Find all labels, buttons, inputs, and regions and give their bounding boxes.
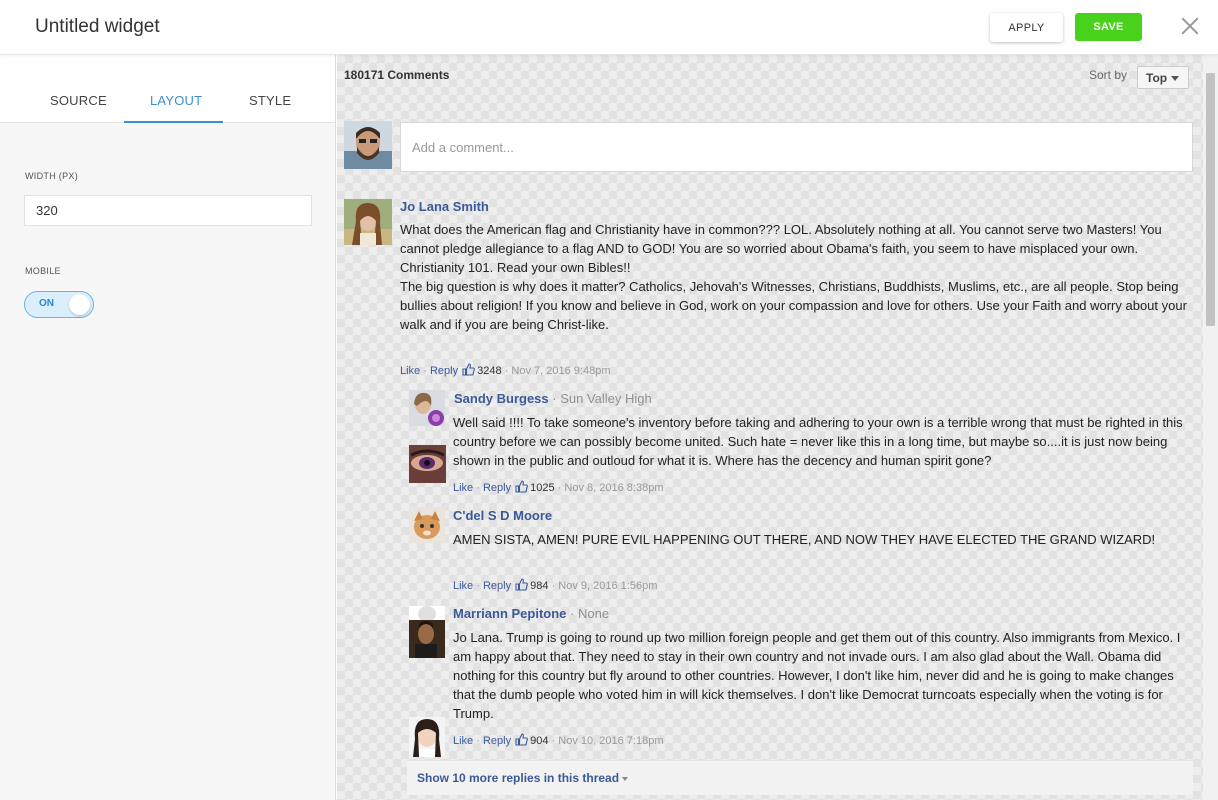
- comment-actions: Like · Reply 984 · Nov 9, 2016 1:56pm: [453, 578, 658, 592]
- top-bar: Untitled widget APPLY SAVE: [0, 0, 1218, 55]
- tab-style[interactable]: STYLE: [249, 93, 291, 108]
- comment-body: Jo Lana. Trump is going to round up two …: [453, 630, 1181, 721]
- thumbs-up-icon[interactable]: [515, 578, 529, 591]
- scrollbar-thumb[interactable]: [1206, 73, 1215, 326]
- like-count: 3248: [477, 365, 502, 377]
- show-more-label: Show 10 more replies in this thread: [417, 771, 620, 785]
- close-icon[interactable]: [1179, 15, 1201, 37]
- width-label: WIDTH (PX): [25, 171, 78, 181]
- sort-select[interactable]: Top: [1137, 66, 1189, 89]
- sort-value: Top: [1146, 71, 1168, 85]
- mobile-toggle[interactable]: ON: [24, 291, 94, 318]
- settings-tabs: SOURCE LAYOUT STYLE: [0, 55, 335, 123]
- toggle-knob: [69, 294, 90, 315]
- sort-label: Sort by: [1089, 68, 1128, 82]
- like-link[interactable]: Like: [453, 735, 473, 747]
- thumbs-up-icon[interactable]: [515, 733, 529, 746]
- avatar: [344, 121, 392, 169]
- like-link[interactable]: Like: [400, 365, 420, 377]
- comment-input[interactable]: [400, 122, 1193, 172]
- comment-author[interactable]: C'del S D Moore: [453, 508, 552, 523]
- apply-button[interactable]: APPLY: [990, 13, 1063, 42]
- like-count: 1025: [530, 482, 555, 494]
- show-more-replies-button[interactable]: Show 10 more replies in this thread: [407, 760, 1193, 795]
- avatar: [344, 199, 392, 245]
- comment-author[interactable]: Sandy Burgess · Sun Valley High: [454, 391, 652, 406]
- comment-paragraph: Christianity 101. Read your own Bibles!!: [400, 260, 631, 275]
- comment-timestamp[interactable]: Nov 9, 2016 1:56pm: [558, 580, 657, 592]
- image-attachment: [409, 445, 446, 483]
- avatar: [409, 390, 445, 426]
- reply-link[interactable]: Reply: [483, 482, 511, 494]
- mobile-label: MOBILE: [25, 266, 61, 276]
- like-link[interactable]: Like: [453, 482, 473, 494]
- widget-preview: 180171 Comments Sort by Top Jo Lana Smit…: [337, 55, 1218, 800]
- thumbs-up-icon[interactable]: [515, 480, 529, 493]
- like-link[interactable]: Like: [453, 580, 473, 592]
- comment-timestamp[interactable]: Nov 10, 2016 7:18pm: [558, 735, 663, 747]
- like-count: 904: [530, 735, 549, 747]
- reply-link[interactable]: Reply: [483, 580, 511, 592]
- settings-panel: SOURCE LAYOUT STYLE WIDTH (PX) MOBILE ON: [0, 55, 336, 800]
- reply-link[interactable]: Reply: [483, 735, 511, 747]
- avatar: [409, 507, 445, 543]
- comment-actions: Like · Reply 1025 · Nov 8, 2016 8:38pm: [453, 480, 664, 494]
- widget-title[interactable]: Untitled widget: [35, 16, 160, 38]
- thumbs-up-icon[interactable]: [462, 363, 476, 376]
- comment-paragraph: The big question is why does it matter? …: [400, 279, 1187, 332]
- author-affiliation: None: [577, 606, 610, 621]
- comment-author[interactable]: Jo Lana Smith: [400, 199, 489, 214]
- comment-body: What does the American flag and Christia…: [400, 220, 1195, 334]
- comment-actions: Like · Reply 904 · Nov 10, 2016 7:18pm: [453, 733, 664, 747]
- active-tab-indicator: [124, 121, 223, 123]
- chevron-down-icon: [622, 776, 629, 781]
- comment-paragraph: What does the American flag and Christia…: [400, 222, 1162, 256]
- like-count: 984: [530, 580, 549, 592]
- comment-body: Well said !!!! To take someone's invento…: [453, 415, 1183, 468]
- comment-count: 180171 Comments: [344, 68, 450, 82]
- tab-source[interactable]: SOURCE: [50, 93, 107, 108]
- comment-body: AMEN SISTA, AMEN! PURE EVIL HAPPENING OU…: [453, 532, 1156, 547]
- avatar: [409, 606, 445, 658]
- comment-timestamp[interactable]: Nov 7, 2016 9:48pm: [511, 365, 610, 377]
- save-button[interactable]: SAVE: [1075, 13, 1142, 41]
- comment-timestamp[interactable]: Nov 8, 2016 8:38pm: [564, 482, 663, 494]
- image-attachment: [409, 717, 445, 757]
- author-affiliation: Sun Valley High: [560, 391, 652, 406]
- comment-actions: Like · Reply 3248 · Nov 7, 2016 9:48pm: [400, 363, 611, 377]
- reply-link[interactable]: Reply: [430, 365, 458, 377]
- chevron-down-icon: [1171, 76, 1180, 82]
- toggle-state-label: ON: [39, 298, 54, 309]
- comment-author[interactable]: Marriann Pepitone · None: [453, 606, 609, 621]
- tab-layout[interactable]: LAYOUT: [150, 93, 202, 108]
- width-input[interactable]: [24, 195, 312, 226]
- scrollbar[interactable]: [1203, 55, 1218, 800]
